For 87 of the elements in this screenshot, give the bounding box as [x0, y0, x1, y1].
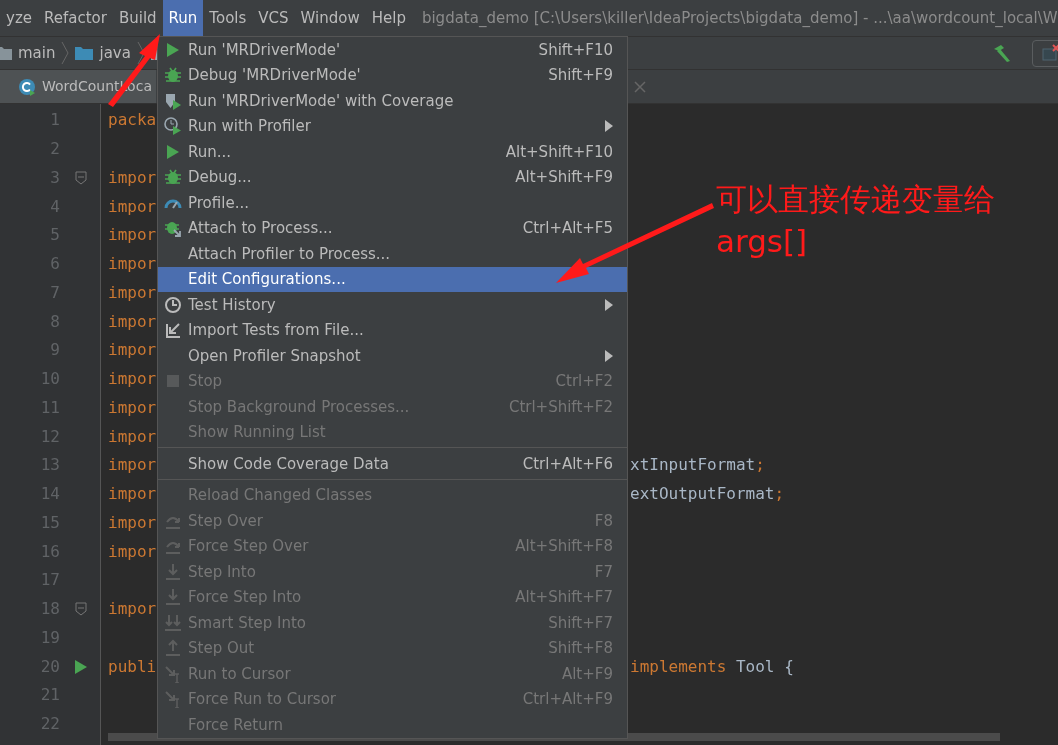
menu-item[interactable]: Import Tests from File... — [158, 317, 627, 343]
step-out-icon — [164, 639, 182, 658]
menu-item[interactable]: Profile... — [158, 190, 627, 216]
annotation-text: args[] — [716, 222, 809, 261]
close-icon — [634, 80, 646, 93]
code-text: impor — [108, 282, 157, 302]
clock-play-icon — [164, 117, 182, 136]
shortcut-text: Ctrl+Alt+F9 — [522, 689, 613, 710]
bug-icon — [164, 168, 182, 187]
code-text: impor — [108, 397, 157, 417]
menu-bar-item[interactable]: Window — [294, 0, 366, 36]
shortcut-text: Ctrl+Alt+F5 — [522, 218, 613, 239]
shield-play-icon — [164, 91, 182, 110]
menu-item[interactable]: Run 'MRDriverMode' Shift+F10 — [158, 37, 627, 63]
shortcut-text: Alt+Shift+F9 — [515, 167, 613, 188]
menu-bar-item[interactable]: VCS — [252, 0, 295, 36]
code-text: publi — [108, 656, 157, 676]
cursor-arrow-icon — [164, 690, 182, 709]
menu-bar-item[interactable]: Run — [162, 0, 204, 36]
menu-item[interactable]: Open Profiler Snapshot — [158, 343, 627, 369]
code-text: impor — [108, 512, 157, 532]
breadcrumb-item[interactable]: main — [18, 41, 56, 65]
shortcut-text: Alt+F9 — [561, 663, 613, 685]
menu-item[interactable]: Test History — [158, 292, 627, 318]
code-text: impor — [108, 167, 157, 187]
bug-icon — [164, 66, 182, 85]
menu-bar-item[interactable]: Build — [112, 0, 163, 36]
menu-item[interactable]: Show Code Coverage Data Ctrl+Alt+F6 — [158, 451, 627, 477]
shortcut-text: Alt+Shift+F10 — [505, 141, 613, 163]
code-text: extOutputFormat; — [630, 483, 785, 506]
shortcut-text: Ctrl+Shift+F2 — [508, 396, 613, 418]
shortcut-text: Ctrl+Alt+F6 — [522, 453, 613, 475]
smart-step-icon — [164, 613, 182, 632]
shortcut-text: Shift+F9 — [548, 65, 613, 86]
class-icon — [18, 77, 36, 96]
shortcut-text: F8 — [594, 510, 613, 532]
folder-icon — [75, 46, 94, 60]
menu-bar-item[interactable]: yze — [0, 0, 38, 36]
window-close-button[interactable] — [1032, 39, 1058, 67]
code-text: impor — [108, 426, 157, 446]
code-text: impor — [108, 369, 157, 389]
menu-bar-item[interactable]: Tools — [203, 0, 253, 36]
menu-item[interactable]: Run with Profiler — [158, 113, 627, 139]
code-text: impor — [108, 484, 157, 504]
menu-item[interactable]: Debug 'MRDriverMode' Shift+F9 — [158, 62, 627, 88]
code-text: impor — [108, 254, 157, 274]
import-arrow-icon — [164, 321, 182, 340]
code-text: impor — [108, 541, 157, 561]
code-text: impor — [108, 311, 157, 331]
menu-item[interactable]: Edit Configurations... — [158, 266, 627, 292]
menu-bar-item[interactable]: Help — [365, 0, 412, 36]
shortcut-text: Alt+Shift+F7 — [515, 587, 613, 608]
window-title: bigdata_demo [C:\Users\killer\IdeaProjects\bigdata_demo] - ...\aa\wordcount_local\W — [420, 7, 1058, 29]
fold-icon — [75, 170, 87, 185]
annotation-text: 可以直接传递变量给 — [716, 180, 995, 219]
cursor-arrow-icon — [164, 664, 182, 683]
menu-item[interactable]: Run... Alt+Shift+F10 — [158, 139, 627, 165]
menu-item[interactable]: Attach to Process... Ctrl+Alt+F5 — [158, 215, 627, 241]
bug-arrow-icon — [164, 219, 182, 238]
menu-item[interactable]: Run 'MRDriverMode' with Coverage — [158, 88, 627, 114]
shortcut-text: F7 — [594, 561, 613, 583]
breadcrumb-item[interactable]: java — [99, 41, 131, 65]
code-text: implements Tool { — [630, 655, 794, 678]
window-close-icon — [1041, 44, 1058, 62]
menu-item[interactable]: Debug... Alt+Shift+F9 — [158, 164, 627, 190]
menu-bar-item[interactable]: Refactor — [38, 0, 113, 36]
code-text: packa — [108, 110, 157, 130]
shortcut-text: Shift+F7 — [548, 612, 613, 634]
code-text: impor — [108, 196, 157, 216]
shortcut-text: Ctrl+F2 — [555, 371, 613, 392]
clock-icon — [164, 295, 182, 314]
code-text: impor — [108, 599, 157, 619]
menu-item[interactable]: Attach Profiler to Process... — [158, 241, 627, 267]
shortcut-text: Alt+Shift+F8 — [515, 536, 613, 557]
shortcut-text: Shift+F10 — [538, 39, 613, 61]
run-icon — [74, 658, 88, 675]
chevron-icon — [136, 41, 145, 65]
code-text: impor — [108, 340, 157, 360]
step-into-icon — [164, 562, 182, 581]
shortcut-text: Shift+F8 — [548, 638, 613, 659]
code-text: xtInputFormat; — [630, 454, 765, 477]
fold-icon — [75, 602, 87, 617]
step-into-icon — [164, 588, 182, 607]
code-text: impor — [108, 225, 157, 245]
code-text: impor — [108, 455, 157, 475]
chevron-icon — [61, 41, 70, 65]
folder-icon — [0, 46, 12, 60]
